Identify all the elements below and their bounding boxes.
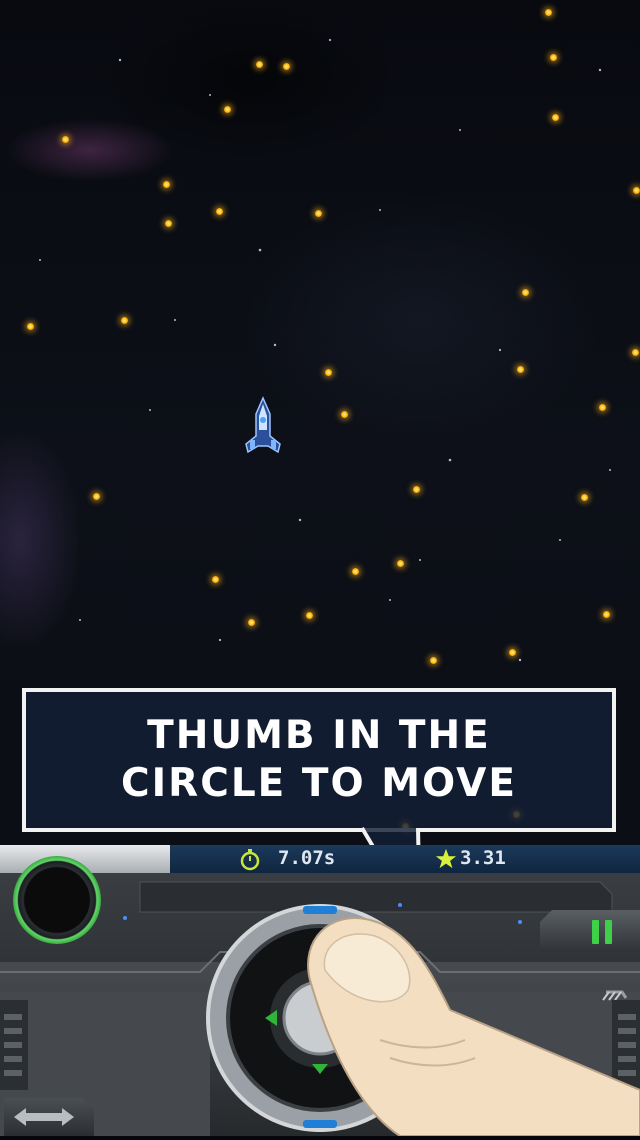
energy-orb: [212, 576, 219, 583]
energy-orb: [163, 181, 170, 188]
energy-orb: [397, 560, 404, 567]
player-ship: [245, 396, 281, 454]
energy-orb: [633, 187, 640, 194]
energy-orb: [306, 612, 313, 619]
energy-orb: [248, 619, 255, 626]
energy-orb: [545, 9, 552, 16]
energy-orb: [62, 136, 69, 143]
energy-orb: [517, 366, 524, 373]
energy-orb: [121, 317, 128, 324]
energy-orb: [27, 323, 34, 330]
energy-orb: [581, 494, 588, 501]
tutorial-text-line-2: CIRCLE TO MOVE: [121, 761, 517, 806]
tutorial-callout: THUMB IN THE CIRCLE TO MOVE: [22, 688, 616, 832]
energy-orb: [256, 61, 263, 68]
tutorial-finger-illustration: [307, 917, 640, 1136]
energy-orb: [224, 106, 231, 113]
energy-orb: [632, 349, 639, 356]
energy-orb: [216, 208, 223, 215]
star-icon: [435, 848, 457, 869]
record-button[interactable]: [13, 856, 101, 944]
energy-orb: [283, 63, 290, 70]
star-score: 3.31: [460, 847, 506, 869]
energy-orb: [325, 369, 332, 376]
energy-orb: [413, 486, 420, 493]
elapsed-time: 7.07s: [278, 847, 336, 869]
energy-orb: [603, 611, 610, 618]
energy-orb: [341, 411, 348, 418]
energy-orb: [522, 289, 529, 296]
energy-orb: [352, 568, 359, 575]
energy-orb: [315, 210, 322, 217]
energy-orb: [552, 114, 559, 121]
energy-orb: [165, 220, 172, 227]
energy-orb: [430, 657, 437, 664]
energy-orb: [93, 493, 100, 500]
left-right-arrows-icon: [14, 1108, 74, 1126]
energy-orb: [550, 54, 557, 61]
stopwatch-icon: [240, 849, 260, 871]
side-vent-left: [0, 1000, 28, 1090]
energy-orb: [509, 649, 516, 656]
energy-orb: [599, 404, 606, 411]
tutorial-text-line-1: THUMB IN THE: [147, 713, 491, 758]
